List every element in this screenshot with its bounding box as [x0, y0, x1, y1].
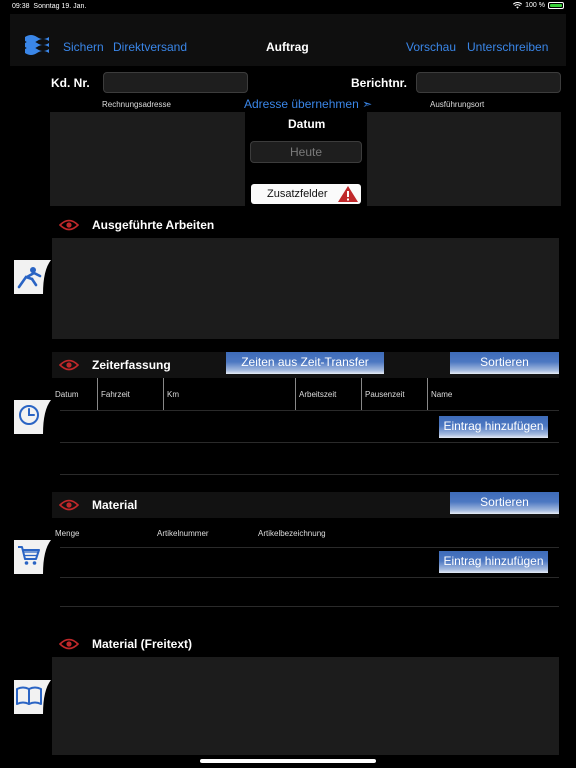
material-sort-button[interactable]: Sortieren [450, 492, 559, 514]
eye-icon[interactable] [59, 219, 79, 231]
col-separator [97, 378, 98, 410]
save-button[interactable]: Sichern [63, 40, 104, 54]
table-row-divider [60, 547, 559, 548]
material-free-text-area[interactable] [52, 657, 559, 755]
material-add-entry-button[interactable]: Eintrag hinzufügen [439, 551, 548, 573]
col-break-time: Pausenzeit [365, 390, 405, 399]
col-separator [361, 378, 362, 410]
site-address-box[interactable] [367, 112, 561, 206]
col-quantity: Menge [55, 529, 80, 538]
preview-button[interactable]: Vorschau [406, 40, 456, 54]
material-title: Material [92, 498, 138, 512]
col-work-time: Arbeitszeit [299, 390, 337, 399]
eye-icon[interactable] [59, 359, 79, 371]
wifi-icon [513, 2, 523, 9]
table-row-divider [60, 442, 559, 443]
col-travel-time: Fahrzeit [101, 390, 130, 399]
col-separator [427, 378, 428, 410]
page-title: Auftrag [266, 40, 309, 54]
material-free-title: Material (Freitext) [92, 637, 193, 651]
time-transfer-button[interactable]: Zeiten aus Zeit-Transfer [226, 352, 384, 374]
customer-no-label: Kd. Nr. [51, 76, 90, 90]
table-row-divider [60, 606, 559, 607]
col-article-no: Artikelnummer [157, 529, 209, 538]
col-separator [295, 378, 296, 410]
book-icon[interactable] [14, 680, 51, 714]
col-date: Datum [55, 390, 79, 399]
home-indicator[interactable] [200, 759, 376, 763]
col-article-desc: Artikelbezeichnung [258, 529, 326, 538]
direct-send-button[interactable]: Direktversand [113, 40, 187, 54]
report-no-label: Berichtnr. [351, 76, 408, 90]
status-bar: 09:38 Sonntag 19. Jan. 100 % [0, 0, 576, 14]
waves-logo-icon[interactable] [24, 33, 50, 57]
work-title: Ausgeführte Arbeiten [92, 218, 215, 232]
battery-icon [548, 2, 564, 9]
eye-icon[interactable] [59, 499, 79, 511]
report-no-field[interactable] [416, 72, 561, 93]
col-km: Km [167, 390, 179, 399]
table-row-divider [60, 410, 559, 411]
billing-address-box[interactable] [50, 112, 245, 206]
time-add-entry-button[interactable]: Eintrag hinzufügen [439, 416, 548, 438]
table-row-divider [60, 577, 559, 578]
work-text-area[interactable] [52, 238, 559, 339]
site-label: Ausführungsort [430, 100, 485, 109]
extra-fields-button[interactable]: Zusatzfelder [251, 184, 361, 204]
status-right: 100 % [513, 2, 564, 9]
warning-icon [338, 186, 358, 202]
status-time: 09:38 Sonntag 19. Jan. [12, 3, 87, 10]
time-table-header: Datum Fahrzeit Km Arbeitszeit Pausenzeit… [52, 378, 559, 410]
worker-icon[interactable] [14, 260, 51, 294]
clock-icon[interactable] [14, 400, 51, 434]
time-title: Zeiterfassung [92, 358, 171, 372]
cart-icon[interactable] [14, 540, 51, 574]
customer-no-field[interactable] [103, 72, 248, 93]
table-row-divider [60, 474, 559, 475]
billing-address-label: Rechnungsadresse [102, 100, 171, 109]
battery-percent: 100 % [525, 2, 545, 9]
sign-button[interactable]: Unterschreiben [467, 40, 548, 54]
extra-fields-label: Zusatzfelder [267, 188, 328, 200]
date-label: Datum [288, 117, 326, 131]
date-field[interactable]: Heute [250, 141, 362, 163]
col-separator [163, 378, 164, 410]
col-name: Name [431, 390, 453, 399]
copy-address-button[interactable]: Adresse übernehmen ➣ [244, 97, 372, 111]
eye-icon[interactable] [59, 638, 79, 650]
time-sort-button[interactable]: Sortieren [450, 352, 559, 374]
